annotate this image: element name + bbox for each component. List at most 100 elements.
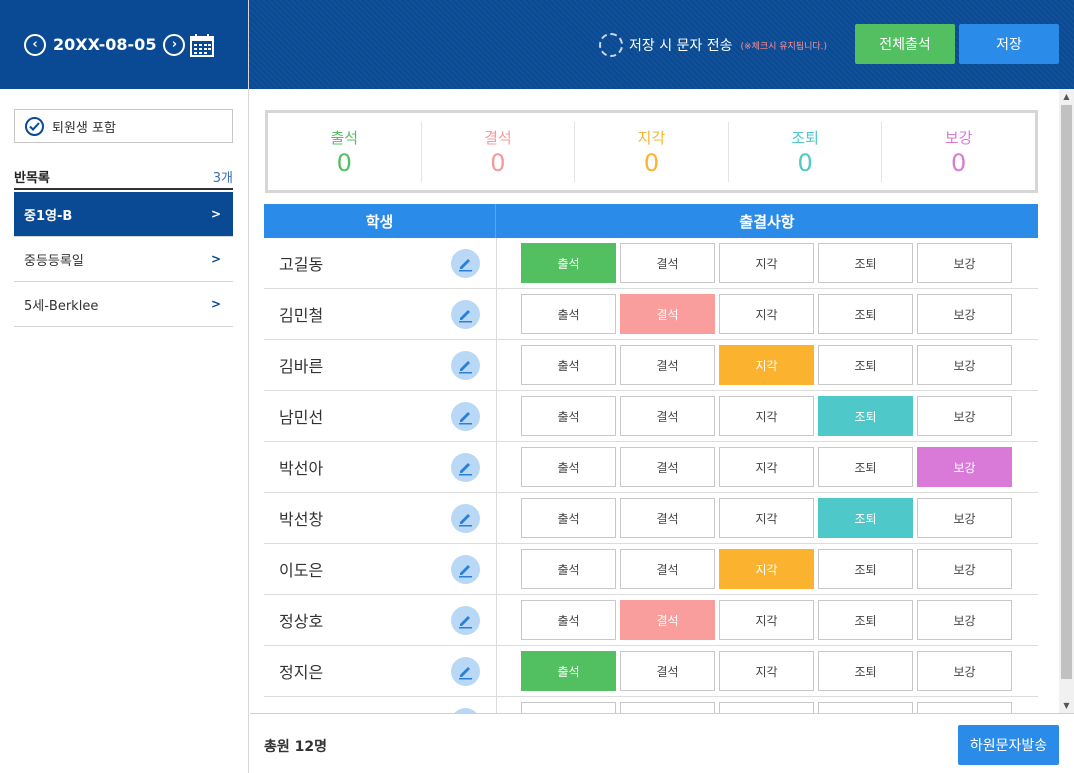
summary-stat: 출석 0	[268, 121, 422, 182]
pencil-icon[interactable]	[451, 605, 480, 635]
attendance-option-button[interactable]: 보강	[917, 549, 1012, 589]
attendance-option-button[interactable]: 지각	[719, 447, 814, 487]
send-dismissal-sms-button[interactable]: 하원문자발송	[958, 725, 1059, 765]
class-list-header: 반목록 3개	[14, 164, 233, 190]
pencil-icon[interactable]	[451, 350, 480, 380]
current-date: 20XX-08-05	[53, 35, 157, 54]
attendance-option-button[interactable]: 출석	[521, 702, 616, 713]
scroll-thumb[interactable]	[1061, 105, 1072, 679]
student-name: 이도은	[279, 561, 324, 580]
table-row: 정상호 출석 결석 지각 조퇴 보강	[264, 595, 1038, 646]
class-item[interactable]: 중등등록일 >	[14, 237, 233, 282]
pencil-icon[interactable]	[451, 452, 480, 482]
attendance-option-button[interactable]: 결석	[620, 600, 715, 640]
attendance-option-button[interactable]: 출석	[521, 498, 616, 538]
scroll-down-icon[interactable]: ▼	[1059, 698, 1074, 713]
sms-on-save-toggle[interactable]: 저장 시 문자 전송 (※체크시 유지됩니다.)	[599, 33, 827, 57]
attendance-option-button[interactable]: 조퇴	[818, 498, 913, 538]
student-cell: 남민선	[264, 391, 497, 441]
attendance-option-button[interactable]: 조퇴	[818, 396, 913, 436]
attendance-option-button[interactable]: 보강	[917, 345, 1012, 385]
summary-stat-label: 지각	[637, 128, 666, 147]
attendance-option-button[interactable]: 지각	[719, 651, 814, 691]
attendance-option-button[interactable]: 출석	[521, 447, 616, 487]
attendance-option-button[interactable]: 조퇴	[818, 243, 913, 283]
attendance-option-button[interactable]: 결석	[620, 651, 715, 691]
attendance-option-button[interactable]: 출석	[521, 345, 616, 385]
attendance-option-button[interactable]: 조퇴	[818, 549, 913, 589]
chevron-left-icon[interactable]: ‹	[24, 33, 46, 56]
table-header: 학생 출결사항	[264, 204, 1038, 238]
unchecked-circle-icon	[599, 33, 623, 57]
attendance-option-button[interactable]: 보강	[917, 600, 1012, 640]
class-item[interactable]: 5세-Berklee >	[14, 282, 233, 327]
pencil-icon[interactable]	[451, 503, 480, 533]
scroll-up-icon[interactable]: ▲	[1059, 89, 1074, 104]
top-bar: 저장 시 문자 전송 (※체크시 유지됩니다.) 전체출석 저장	[249, 0, 1074, 89]
table-row: 이도은 출석 결석 지각 조퇴 보강	[264, 544, 1038, 595]
class-item-label: 중1영-B	[24, 208, 73, 224]
attendance-option-button[interactable]: 보강	[917, 243, 1012, 283]
attendance-option-button[interactable]: 결석	[620, 702, 715, 713]
attendance-options: 출석결석지각조퇴보강	[497, 442, 1038, 492]
attendance-option-button[interactable]: 조퇴	[818, 600, 913, 640]
attendance-option-button[interactable]: 결석	[620, 549, 715, 589]
attendance-option-button[interactable]: 지각	[719, 345, 814, 385]
attendance-option-button[interactable]: 결석	[620, 447, 715, 487]
attendance-option-button[interactable]: 지각	[719, 294, 814, 334]
attendance-option-button[interactable]: 결석	[620, 294, 715, 334]
attendance-option-button[interactable]: 출석	[521, 600, 616, 640]
attendance-option-button[interactable]: 조퇴	[818, 702, 913, 713]
attendance-option-button[interactable]: 보강	[917, 498, 1012, 538]
attendance-option-button[interactable]: 지각	[719, 549, 814, 589]
attendance-option-button[interactable]: 조퇴	[818, 651, 913, 691]
attendance-option-button[interactable]: 출석	[521, 294, 616, 334]
attendance-option-button[interactable]: 출석	[521, 396, 616, 436]
student-cell: 김바른	[264, 340, 497, 390]
mark-all-present-button[interactable]: 전체출석	[855, 24, 955, 64]
attendance-option-button[interactable]: 결석	[620, 396, 715, 436]
attendance-option-button[interactable]: 조퇴	[818, 345, 913, 385]
date-navigator: ‹ 20XX-08-05 ›	[24, 33, 215, 57]
attendance-option-button[interactable]: 지각	[719, 600, 814, 640]
sms-on-save-label: 저장 시 문자 전송	[629, 38, 733, 54]
pencil-icon[interactable]	[451, 401, 480, 431]
class-list-title: 반목록	[14, 170, 50, 186]
attendance-option-button[interactable]: 보강	[917, 294, 1012, 334]
attendance-option-button[interactable]: 지각	[719, 396, 814, 436]
pencil-icon[interactable]	[451, 299, 480, 329]
attendance-option-button[interactable]: 결석	[620, 345, 715, 385]
column-student: 학생	[264, 204, 496, 238]
attendance-option-button[interactable]: 결석	[620, 243, 715, 283]
attendance-option-button[interactable]: 보강	[917, 396, 1012, 436]
pencil-icon[interactable]	[451, 656, 480, 686]
attendance-option-button[interactable]: 결석	[620, 498, 715, 538]
vertical-scrollbar[interactable]: ▲ ▼	[1059, 89, 1074, 713]
save-button[interactable]: 저장	[959, 24, 1059, 64]
attendance-option-button[interactable]: 출석	[521, 651, 616, 691]
attendance-option-button[interactable]: 보강	[917, 651, 1012, 691]
attendance-option-button[interactable]: 보강	[917, 447, 1012, 487]
class-item[interactable]: 중1영-B >	[14, 192, 233, 237]
chevron-right-icon[interactable]: ›	[163, 33, 186, 56]
summary-stat-value: 0	[336, 148, 352, 177]
student-cell: 정상호	[264, 595, 497, 645]
summary-stat: 조퇴 0	[729, 121, 883, 182]
attendance-option-button[interactable]: 지각	[719, 702, 814, 713]
pencil-icon[interactable]	[451, 554, 480, 584]
attendance-option-button[interactable]: 보강	[917, 702, 1012, 713]
student-cell: 박선창	[264, 493, 497, 543]
include-withdrawn-toggle[interactable]: 퇴원생 포함	[14, 109, 233, 143]
class-item-label: 중등등록일	[24, 253, 84, 269]
attendance-option-button[interactable]: 조퇴	[818, 294, 913, 334]
student-name: 박선아	[279, 459, 324, 478]
attendance-option-button[interactable]: 지각	[719, 498, 814, 538]
attendance-option-button[interactable]: 출석	[521, 243, 616, 283]
pencil-icon[interactable]	[451, 248, 480, 278]
summary-stat: 보강 0	[882, 122, 1035, 182]
student-rows: 고길동 출석 결석 지각 조퇴 보강 김민철 출석 결석 지각 조퇴 보강 김바른 출석 결석 지각 조퇴 보강 남…	[264, 238, 1038, 713]
attendance-option-button[interactable]: 지각	[719, 243, 814, 283]
calendar-icon[interactable]	[190, 33, 215, 57]
attendance-option-button[interactable]: 조퇴	[818, 447, 913, 487]
attendance-option-button[interactable]: 출석	[521, 549, 616, 589]
